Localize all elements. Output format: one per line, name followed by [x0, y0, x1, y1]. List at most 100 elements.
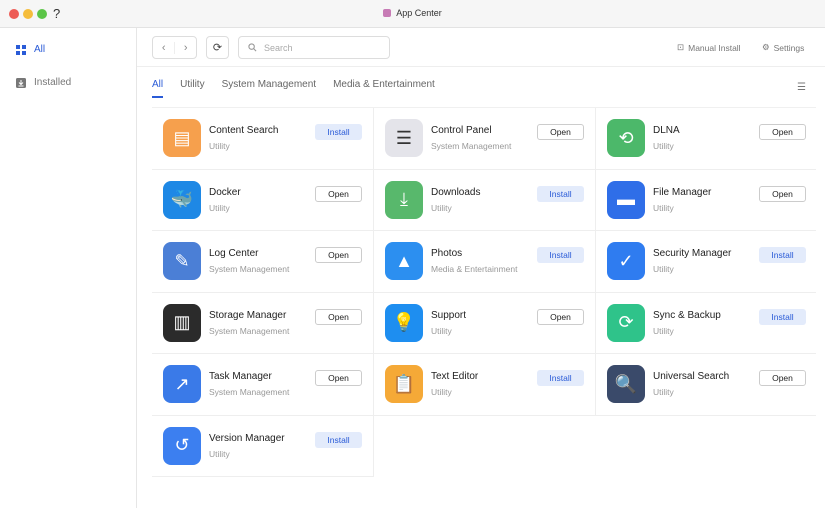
- app-card[interactable]: ⟲ DLNA Utility Open: [596, 108, 816, 170]
- back-button[interactable]: ‹: [153, 42, 174, 54]
- app-card[interactable]: ▬ File Manager Utility Open: [596, 170, 816, 231]
- app-card[interactable]: ⤓ Downloads Utility Install: [374, 169, 596, 231]
- install-button[interactable]: Install: [759, 247, 806, 263]
- app-category: System Management: [209, 387, 290, 397]
- toolbar: ‹ › ⟳ Search ⊡ Manual Install ⚙ Settings: [137, 28, 825, 67]
- open-button[interactable]: Open: [315, 308, 362, 325]
- sync-backup-icon: ⟳: [607, 303, 645, 342]
- app-category: Utility: [209, 448, 230, 459]
- file-manager-icon: ▬: [607, 180, 645, 219]
- refresh-button[interactable]: ⟳: [206, 36, 229, 59]
- open-button[interactable]: Open: [537, 124, 584, 140]
- settings-button[interactable]: ⚙ Settings: [762, 42, 804, 53]
- control-panel-icon: ☰: [385, 119, 423, 157]
- app-name: Text Editor: [431, 371, 479, 382]
- app-name: Version Manager: [209, 432, 285, 444]
- app-card[interactable]: ↗ Task Manager System Management Open: [152, 354, 374, 416]
- security-manager-icon: ✓: [607, 242, 645, 280]
- manual-install-label: Manual Install: [688, 42, 741, 53]
- tab-system-management[interactable]: System Management: [222, 79, 317, 98]
- open-button[interactable]: Open: [759, 124, 806, 140]
- window-title: App Center: [0, 8, 825, 18]
- app-category: Utility: [653, 264, 674, 274]
- app-name: Photos: [431, 248, 463, 259]
- docker-icon: 🐳: [163, 180, 201, 219]
- install-button[interactable]: Install: [759, 308, 806, 325]
- category-tabs: All Utility System Management Media & Enter…: [152, 79, 435, 98]
- app-name: Storage Manager: [209, 309, 287, 321]
- open-button[interactable]: Open: [315, 185, 362, 202]
- app-name: Log Center: [209, 248, 259, 259]
- task-manager-icon: ↗: [163, 365, 201, 403]
- grid-icon: [16, 44, 26, 55]
- app-name: Content Search: [209, 125, 279, 136]
- installed-icon: [16, 77, 26, 88]
- open-button[interactable]: Open: [759, 185, 806, 202]
- content-search-icon: ▤: [163, 119, 201, 157]
- open-button[interactable]: Open: [759, 370, 806, 386]
- window-title-text: App Center: [396, 8, 442, 18]
- nav-buttons: ‹ ›: [152, 36, 197, 59]
- app-category: Utility: [653, 325, 674, 336]
- install-button[interactable]: Install: [537, 247, 584, 263]
- app-card[interactable]: ✓ Security Manager Utility Install: [596, 231, 816, 293]
- app-name: Docker: [209, 186, 241, 198]
- app-category: System Management: [431, 141, 512, 151]
- app-grid: ▤ Content Search Utility Install ☰ Contro…: [152, 107, 816, 477]
- app-category: System Management: [209, 264, 290, 274]
- app-card[interactable]: 🔍 Universal Search Utility Open: [596, 354, 816, 416]
- app-card[interactable]: ⟳ Sync & Backup Utility Install: [596, 293, 816, 354]
- app-category: Utility: [209, 202, 230, 213]
- app-card[interactable]: ▥ Storage Manager System Management Open: [152, 292, 374, 354]
- app-category: System Management: [209, 325, 290, 336]
- app-card[interactable]: 📋 Text Editor Utility Install: [374, 354, 596, 416]
- open-button[interactable]: Open: [537, 308, 584, 325]
- forward-button[interactable]: ›: [174, 41, 196, 54]
- downloads-icon: ⤓: [385, 180, 423, 219]
- app-name: Sync & Backup: [653, 309, 721, 321]
- app-category: Utility: [431, 325, 452, 336]
- open-button[interactable]: Open: [315, 247, 362, 263]
- text-editor-icon: 📋: [385, 365, 423, 403]
- dlna-icon: ⟲: [607, 119, 645, 157]
- app-card[interactable]: ▲ Photos Media & Entertainment Install: [374, 231, 596, 293]
- title-bar: ? App Center: [0, 0, 825, 28]
- app-category: Utility: [209, 141, 230, 151]
- app-name: Downloads: [431, 186, 481, 198]
- app-category: Utility: [431, 202, 452, 213]
- tab-media-entertainment[interactable]: Media & Entertainment: [333, 79, 435, 98]
- log-center-icon: ✎: [163, 242, 201, 280]
- app-card[interactable]: 🐳 Docker Utility Open: [152, 169, 374, 231]
- tab-utility[interactable]: Utility: [180, 79, 204, 98]
- sidebar-item-all[interactable]: All: [16, 44, 45, 55]
- app-name: Control Panel: [431, 125, 492, 136]
- sidebar: All Installed: [0, 28, 137, 508]
- install-button[interactable]: Install: [315, 124, 362, 140]
- app-category: Utility: [431, 387, 452, 397]
- app-card[interactable]: ✎ Log Center System Management Open: [152, 231, 374, 293]
- app-card[interactable]: ☰ Control Panel System Management Open: [374, 108, 596, 170]
- settings-label: Settings: [773, 42, 805, 53]
- open-button[interactable]: Open: [315, 370, 362, 386]
- app-card[interactable]: ↺ Version Manager Utility Install: [152, 415, 374, 477]
- manual-install-button[interactable]: ⊡ Manual Install: [677, 42, 741, 53]
- app-card[interactable]: 💡 Support Utility Open: [374, 292, 596, 354]
- sidebar-item-installed[interactable]: Installed: [16, 77, 71, 88]
- install-button[interactable]: Install: [315, 431, 362, 448]
- sort-icon[interactable]: ☰: [797, 82, 806, 93]
- sidebar-item-label: All: [34, 44, 46, 55]
- app-name: Task Manager: [209, 371, 272, 382]
- storage-manager-icon: ▥: [163, 303, 201, 342]
- sidebar-item-label: Installed: [34, 77, 72, 88]
- app-category: Utility: [653, 202, 674, 213]
- version-manager-icon: ↺: [163, 426, 201, 465]
- install-button[interactable]: Install: [537, 370, 584, 386]
- install-button[interactable]: Install: [537, 185, 584, 202]
- app-name: DLNA: [653, 125, 680, 136]
- universal-search-icon: 🔍: [607, 365, 645, 403]
- app-name: File Manager: [653, 186, 712, 198]
- app-category: Utility: [653, 387, 674, 397]
- search-input[interactable]: Search: [238, 36, 390, 59]
- tab-all[interactable]: All: [152, 79, 164, 98]
- app-card[interactable]: ▤ Content Search Utility Install: [152, 108, 374, 170]
